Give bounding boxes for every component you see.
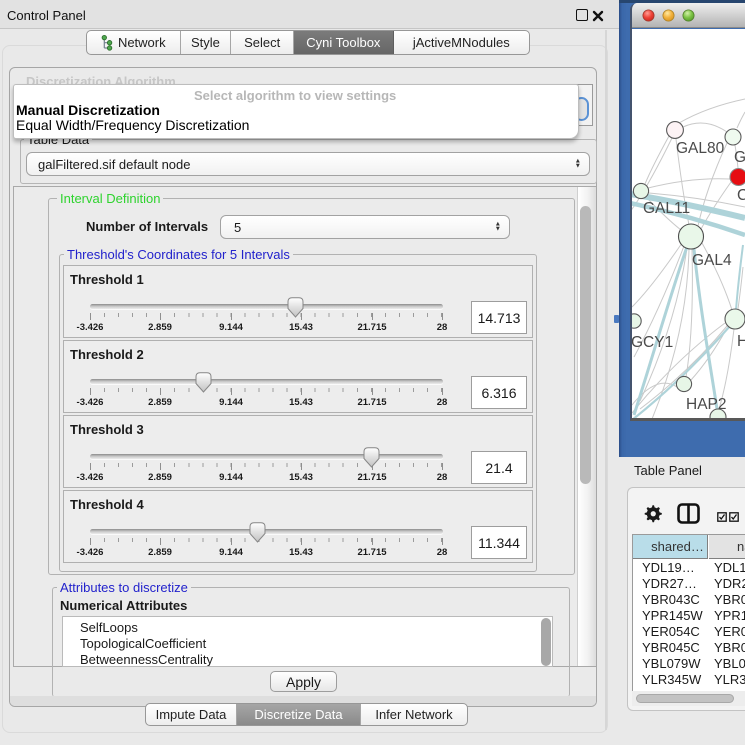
svg-text:GA: GA	[734, 149, 745, 166]
svg-text:GAL11: GAL11	[643, 200, 690, 217]
svg-text:GAL80: GAL80	[676, 140, 725, 157]
svg-text:CY: CY	[737, 187, 745, 204]
svg-text:HA: HA	[737, 333, 745, 350]
svg-text:HAP2: HAP2	[686, 396, 727, 413]
svg-text:GCY1: GCY1	[632, 334, 673, 351]
svg-text:GAL4: GAL4	[692, 252, 732, 269]
